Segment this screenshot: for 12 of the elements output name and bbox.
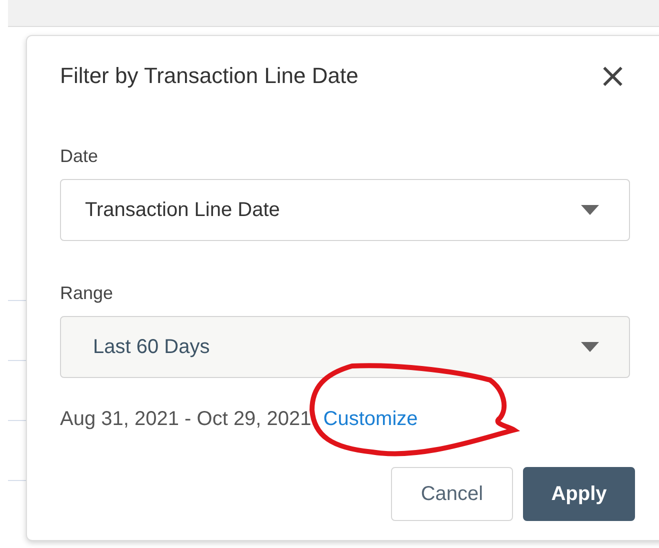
field-label: Date (60, 146, 100, 167)
dialog-title: Filter by Transaction Line Date (60, 63, 358, 89)
cancel-button[interactable]: Cancel (391, 467, 513, 521)
dropdown-select[interactable]: Transaction Line Date (60, 179, 630, 241)
date-range-text: Aug 31, 2021 - Oct 29, 2021 (60, 408, 312, 431)
field-label: Range (60, 283, 114, 304)
close-button[interactable]: × (598, 62, 627, 90)
customize-link[interactable]: Customize (323, 408, 418, 431)
dropdown-caret-icon (581, 205, 599, 215)
dropdown-caret-icon (581, 342, 599, 352)
dropdown-select[interactable]: Last 60 Days (60, 316, 630, 378)
apply-button[interactable]: Apply (523, 467, 635, 521)
